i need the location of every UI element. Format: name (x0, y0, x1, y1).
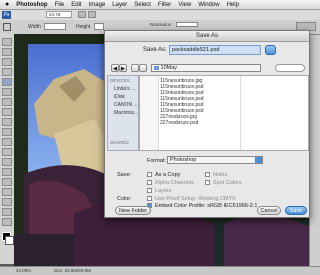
save-button[interactable]: Save (285, 206, 307, 215)
menu-bar: ● Photoshop File Edit Image Layer Select… (0, 0, 320, 10)
save-label: Save: (117, 172, 132, 178)
hand-tool-icon[interactable] (78, 11, 86, 18)
lasso-tool-icon[interactable] (2, 58, 12, 66)
marquee-tool-icon[interactable] (2, 48, 12, 56)
zoom-dropdown[interactable]: 24.78 (46, 11, 72, 18)
history-brush-tool-icon[interactable] (2, 128, 12, 136)
magic-wand-tool-icon[interactable] (2, 68, 12, 76)
dodge-tool-icon[interactable] (2, 158, 12, 166)
menu-edit[interactable]: Edit (71, 2, 81, 8)
height-label: Height (76, 24, 91, 30)
use-proof-setup-label: Use Proof Setup: Working CMYK (155, 196, 236, 202)
finder-sidebar: DEVICES Linda's ... iDisk CANON ... Maci… (107, 75, 139, 151)
zoom-percentage[interactable]: 24.09% (16, 268, 31, 273)
tools-panel (0, 34, 15, 264)
gradient-tool-icon[interactable] (2, 148, 12, 156)
cancel-button[interactable]: Cancel (257, 206, 281, 215)
pen-tool-icon[interactable] (2, 168, 12, 176)
dropdown-arrow-icon (255, 157, 262, 163)
folder-icon (154, 65, 159, 70)
resolution-input[interactable] (176, 22, 198, 27)
alpha-channels-checkbox[interactable] (147, 180, 152, 186)
file-list: 115nesunbruce.jpg 115nesunbruce.psd 115n… (139, 75, 309, 151)
width-input[interactable] (44, 23, 66, 30)
menu-photoshop[interactable]: Photoshop (16, 2, 47, 8)
menu-window[interactable]: Window (198, 2, 219, 8)
menu-filter[interactable]: Filter (158, 2, 171, 8)
spot-colors-checkbox[interactable] (205, 180, 210, 186)
healing-brush-tool-icon[interactable] (2, 98, 12, 106)
hand-tool-icon[interactable] (2, 208, 12, 216)
back-button[interactable]: ◀ (111, 64, 119, 72)
file-item[interactable]: 227nesbruce.psd (160, 120, 240, 126)
sidebar-item-idisk[interactable]: iDisk (114, 94, 125, 100)
shared-header: SHARED (110, 140, 129, 145)
apple-icon[interactable]: ● (5, 1, 9, 8)
width-label: Width (28, 24, 41, 30)
forward-button[interactable]: ▶ (119, 64, 127, 72)
move-tool-icon[interactable] (2, 38, 12, 46)
sidebar-item-macintosh-hd[interactable]: Macintos... (114, 110, 138, 116)
list-view-button[interactable] (139, 64, 147, 72)
brush-tool-icon[interactable] (2, 108, 12, 116)
new-folder-button[interactable]: New Folder (115, 206, 151, 215)
type-tool-icon[interactable] (2, 178, 12, 186)
document-size: Doc: 20.5M/20.5M (54, 268, 91, 273)
sidebar-item-canon[interactable]: CANON ... (114, 102, 138, 108)
notes-label: Notes (213, 172, 228, 178)
preview-column (240, 76, 307, 150)
shape-tool-icon[interactable] (2, 198, 12, 206)
layers-checkbox[interactable] (147, 188, 152, 194)
eyedropper-tool-icon[interactable] (2, 88, 12, 96)
menu-view[interactable]: View (178, 2, 191, 8)
save-as-dialog: Save As Save As: packsaddle521.psd ◀ ▶ 1… (104, 30, 310, 218)
alpha-channels-label: Alpha Channels (155, 180, 194, 186)
format-value: Photoshop (170, 157, 197, 163)
devices-header: DEVICES (110, 78, 130, 83)
filename-input[interactable]: packsaddle521.psd (169, 45, 261, 55)
files-column: 115nesunbruce.jpg 115nesunbruce.psd 115n… (160, 78, 240, 126)
ps-logo-icon: Ps (2, 11, 11, 19)
menu-layer[interactable]: Layer (112, 2, 127, 8)
search-field[interactable] (275, 64, 305, 72)
zoom-tool-icon[interactable] (88, 11, 96, 18)
format-dropdown[interactable]: Photoshop (167, 156, 263, 164)
crop-tool-icon[interactable] (3, 23, 11, 31)
location-value: 10May (160, 65, 178, 71)
spot-colors-label: Spot Colors (213, 180, 242, 186)
sidebar-item-home[interactable]: Linda's ... (114, 86, 135, 92)
color-label: Color: (117, 196, 132, 202)
menu-help[interactable]: Help (227, 2, 239, 8)
notes-checkbox[interactable] (205, 172, 210, 178)
dialog-title: Save As (105, 31, 309, 42)
format-label: Format: (147, 158, 166, 164)
embed-color-profile-label: Embed Color Profile: sRGB IEC61966-2.1 (155, 203, 258, 209)
layers-label: Layers (155, 188, 172, 194)
clone-stamp-tool-icon[interactable] (2, 118, 12, 126)
zoom-value: 24.78 (49, 12, 61, 17)
background-color-swatch[interactable] (5, 236, 14, 245)
eraser-tool-icon[interactable] (2, 138, 12, 146)
crop-tool-icon[interactable] (2, 78, 12, 86)
menu-image[interactable]: Image (89, 2, 106, 8)
as-a-copy-checkbox[interactable] (147, 172, 152, 178)
resolution-label: Resolution (150, 22, 172, 27)
location-dropdown[interactable]: 10May (151, 64, 261, 72)
menu-file[interactable]: File (55, 2, 65, 8)
save-as-label: Save As: (143, 47, 167, 53)
menu-select[interactable]: Select (134, 2, 151, 8)
icon-view-button[interactable] (131, 64, 139, 72)
as-a-copy-label: As a Copy (155, 172, 181, 178)
use-proof-setup-checkbox[interactable] (147, 196, 152, 202)
zoom-tool-icon[interactable] (2, 218, 12, 226)
height-input[interactable] (94, 23, 104, 30)
expand-dialog-button[interactable] (265, 45, 276, 55)
panel-dock (309, 34, 320, 268)
folder-column (140, 76, 159, 150)
path-selection-tool-icon[interactable] (2, 188, 12, 196)
